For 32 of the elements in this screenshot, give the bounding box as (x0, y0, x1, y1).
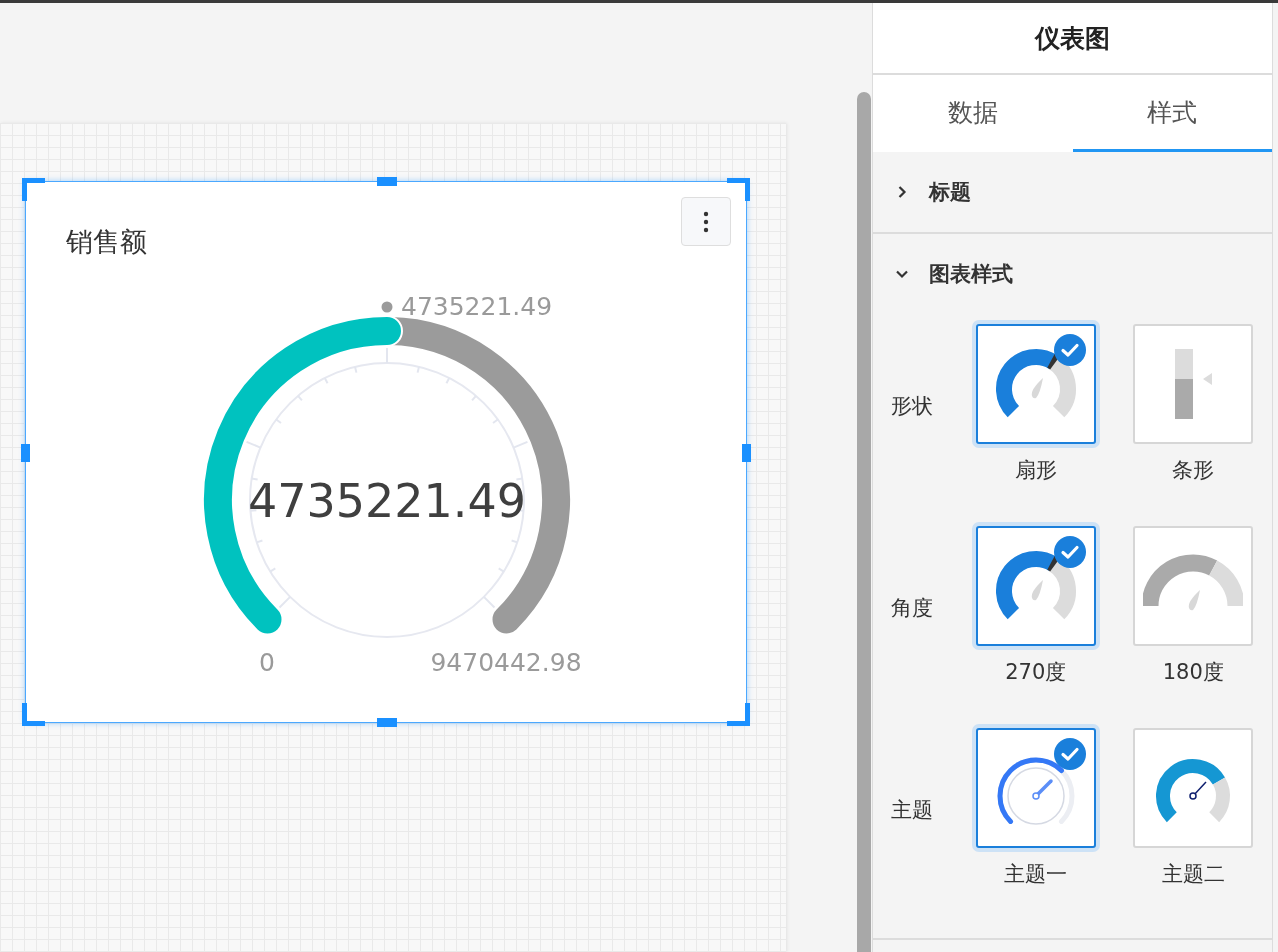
resize-handle[interactable] (742, 444, 751, 462)
check-icon (1053, 738, 1086, 770)
pointer-dot (381, 301, 393, 313)
resize-handle[interactable] (727, 178, 750, 201)
max-label: 9470442.98 (430, 648, 582, 677)
bar-gauge-icon (1174, 349, 1212, 419)
gauge-value: 4735221.49 (248, 474, 526, 528)
resize-handle[interactable] (377, 718, 397, 727)
chart-title: 销售额 (66, 225, 147, 259)
check-icon (1053, 536, 1086, 568)
min-label: 0 (259, 648, 275, 677)
section-title: 标题 (929, 179, 971, 206)
option-label: 主题二 (1161, 861, 1225, 888)
pointer-value-label: 4735221.49 (401, 292, 553, 321)
field-label: 角度 (891, 595, 934, 622)
field-label: 形状 (891, 393, 934, 420)
resize-handle[interactable] (727, 703, 750, 726)
option-label: 扇形 (1014, 457, 1057, 484)
option-label: 条形 (1172, 457, 1215, 484)
option-label: 180度 (1162, 659, 1224, 686)
option-label: 270度 (1005, 659, 1067, 686)
section-title: 图表样式 (929, 261, 1013, 288)
check-icon (1053, 334, 1086, 366)
option-label: 主题一 (1004, 861, 1068, 888)
scrollbar[interactable] (857, 92, 871, 952)
resize-handle[interactable] (22, 178, 45, 201)
resize-handle[interactable] (377, 177, 397, 186)
resize-handle[interactable] (21, 444, 30, 462)
resize-handle[interactable] (22, 703, 45, 726)
panel-title: 仪表图 (1035, 22, 1110, 55)
more-icon (703, 210, 709, 233)
field-label: 主题 (891, 797, 934, 824)
